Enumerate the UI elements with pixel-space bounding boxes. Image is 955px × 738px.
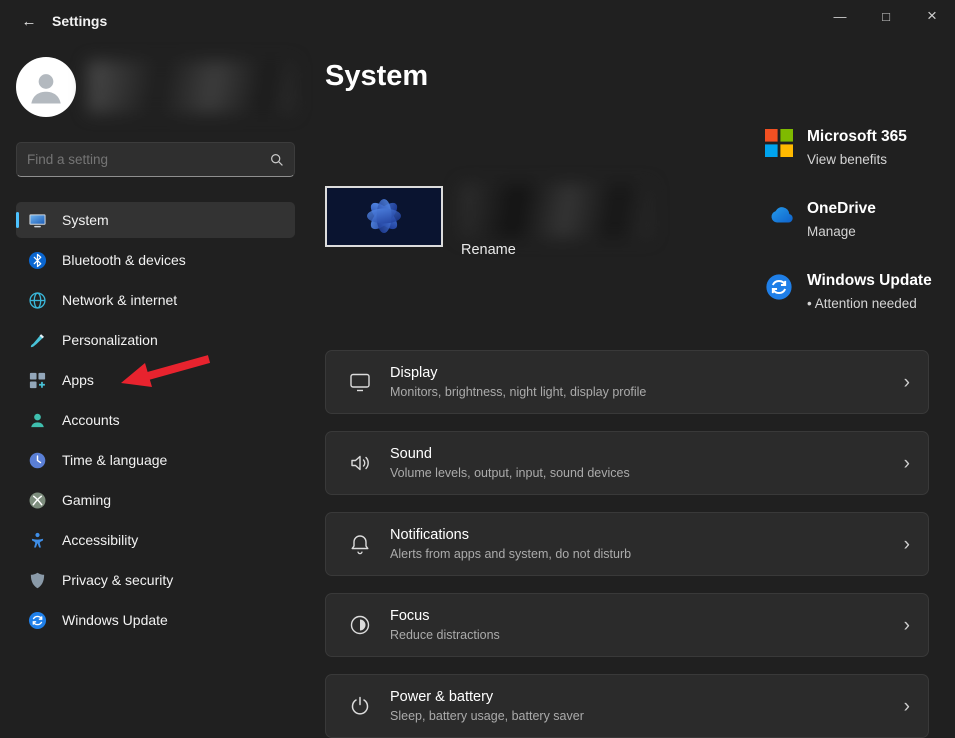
sidebar-item-label: Accounts [62,412,120,428]
quick-link-microsoft-365[interactable]: Microsoft 365 View benefits [765,128,955,167]
app-title: Settings [52,0,107,42]
display-icon [348,370,372,394]
privacy-icon [28,571,47,590]
sound-icon [348,451,372,475]
quick-link-subtitle[interactable]: Manage [807,224,876,239]
rename-button[interactable]: Rename [461,242,516,258]
avatar[interactable] [16,57,76,117]
close-icon[interactable]: × [909,0,955,32]
chevron-right-icon: › [904,454,910,473]
quick-link-title: Microsoft 365 [807,128,907,146]
focus-icon [348,613,372,637]
sidebar-item-label: Windows Update [62,612,168,628]
sidebar-item-label: Personalization [62,332,158,348]
sidebar-item-label: Bluetooth & devices [62,252,186,268]
quick-link-subtitle: • Attention needed [807,296,932,311]
card-title: Notifications [390,527,886,543]
card-subtitle: Volume levels, output, input, sound devi… [390,466,886,480]
sidebar-item-accessibility[interactable]: Accessibility [16,522,295,558]
chevron-right-icon: › [904,616,910,635]
quick-link-onedrive[interactable]: OneDrive Manage [765,200,955,239]
system-icon [28,211,47,230]
bluetooth-icon [28,251,47,270]
card-display[interactable]: Display Monitors, brightness, night ligh… [325,350,929,414]
sidebar-item-label: Gaming [62,492,111,508]
quick-link-title: OneDrive [807,200,876,218]
search-icon [270,153,284,167]
sidebar-item-accounts[interactable]: Accounts [16,402,295,438]
chevron-right-icon: › [904,535,910,554]
card-subtitle: Monitors, brightness, night light, displ… [390,385,886,399]
microsoft-365-icon [765,128,795,158]
chevron-right-icon: › [904,373,910,392]
card-title: Power & battery [390,689,886,705]
sidebar-item-label: System [62,212,109,228]
sidebar-item-label: Network & internet [62,292,177,308]
card-title: Focus [390,608,886,624]
sidebar-item-privacy-security[interactable]: Privacy & security [16,562,295,598]
personalization-icon [28,331,47,350]
card-title: Display [390,365,886,381]
wallpaper-bloom-graphic [327,188,441,245]
card-power-battery[interactable]: Power & battery Sleep, battery usage, ba… [325,674,929,738]
sidebar-item-network-internet[interactable]: Network & internet [16,282,295,318]
minimize-icon[interactable]: — [817,0,863,32]
page-title: System [325,60,428,93]
gaming-icon [28,491,47,510]
back-icon[interactable]: ← [12,8,46,34]
device-wallpaper-thumbnail [325,186,443,247]
chevron-right-icon: › [904,697,910,716]
titlebar: ← Settings — □ × [0,0,955,40]
notifications-icon [348,532,372,556]
window-controls: — □ × [817,0,955,32]
quick-link-windows-update[interactable]: Windows Update • Attention needed [765,272,955,311]
network-icon [28,291,47,310]
card-subtitle: Reduce distractions [390,628,886,642]
sidebar-item-gaming[interactable]: Gaming [16,482,295,518]
quick-link-title: Windows Update [807,272,932,290]
sidebar-item-label: Time & language [62,452,167,468]
search-input[interactable] [27,152,270,167]
card-sound[interactable]: Sound Volume levels, output, input, soun… [325,431,929,495]
sidebar-item-bluetooth-devices[interactable]: Bluetooth & devices [16,242,295,278]
accessibility-icon [28,531,47,550]
windows-update-icon [28,611,47,630]
card-focus[interactable]: Focus Reduce distractions › [325,593,929,657]
card-subtitle: Alerts from apps and system, do not dist… [390,547,886,561]
sidebar-item-label: Privacy & security [62,572,173,588]
card-notifications[interactable]: Notifications Alerts from apps and syste… [325,512,929,576]
time-language-icon [28,451,47,470]
device-name-redacted [461,184,651,238]
profile-name-redacted [88,61,294,113]
accounts-icon [28,411,47,430]
sidebar-nav: System Bluetooth & devices Network & int… [16,202,295,642]
onedrive-icon [765,200,795,230]
sidebar-item-system[interactable]: System [16,202,295,238]
person-icon [24,65,68,109]
search-box[interactable] [16,142,295,177]
windows-update-status-icon [765,272,795,302]
sidebar-item-windows-update[interactable]: Windows Update [16,602,295,638]
sidebar-item-label: Apps [62,372,94,388]
sidebar-item-time-language[interactable]: Time & language [16,442,295,478]
selection-accent-pill [16,212,19,228]
quick-link-subtitle[interactable]: View benefits [807,152,907,167]
card-subtitle: Sleep, battery usage, battery saver [390,709,886,723]
sidebar-item-apps[interactable]: Apps [16,362,295,398]
sidebar-item-label: Accessibility [62,532,138,548]
card-title: Sound [390,446,886,462]
settings-window: { "colors": { "accent": "#4cc2ff", "wind… [0,0,955,717]
power-icon [348,694,372,718]
apps-icon [28,371,47,390]
maximize-icon[interactable]: □ [863,0,909,32]
sidebar-item-personalization[interactable]: Personalization [16,322,295,358]
